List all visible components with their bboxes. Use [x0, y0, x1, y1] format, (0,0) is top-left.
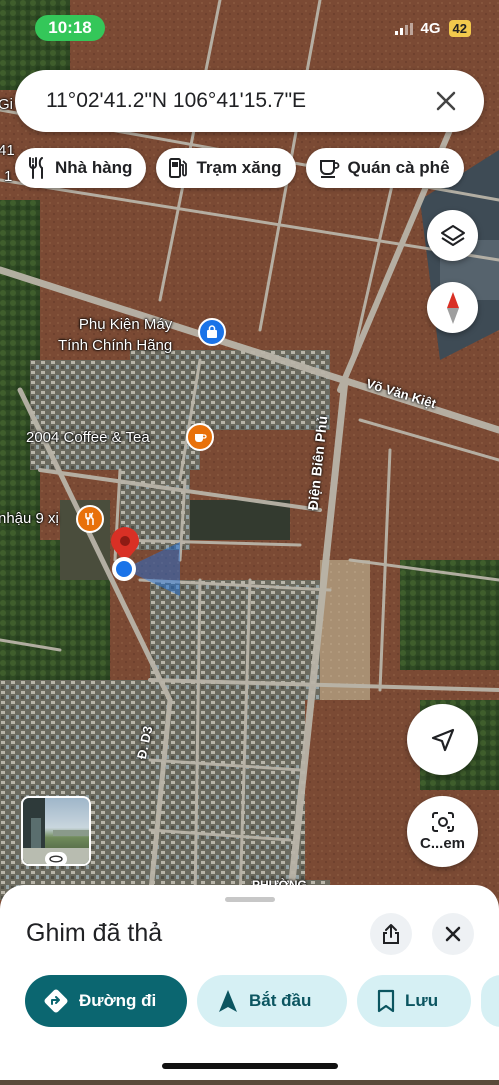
chip-restaurants[interactable]: Nhà hàng: [15, 148, 147, 188]
battery-level: 42: [448, 20, 471, 37]
status-time: 10:18: [35, 15, 105, 41]
poi-label-phu-kien[interactable]: Phụ Kiện Máy Tính Chính Hãng: [58, 314, 172, 356]
navigate-button[interactable]: [407, 704, 478, 775]
layers-button[interactable]: [427, 210, 478, 261]
start-label: Bắt đầu: [249, 991, 312, 1010]
start-button[interactable]: Bắt đầu: [197, 975, 347, 1027]
navigation-arrow-icon: [219, 990, 237, 1012]
chip-label: Quán cà phê: [347, 158, 450, 177]
navigation-arrow-icon: [431, 728, 454, 751]
rotate-360-icon: [45, 852, 67, 864]
edge-label-gi: Gi: [0, 96, 13, 113]
shopping-bag-poi-icon[interactable]: [198, 318, 226, 346]
close-sheet-button[interactable]: [432, 913, 474, 955]
edge-label-41: 41: [0, 142, 15, 159]
street-view-thumbnail[interactable]: [21, 796, 91, 866]
lens-button-label: C...em: [419, 835, 465, 852]
sheet-title: Ghim đã thả: [26, 919, 163, 947]
chip-gas-stations[interactable]: Trạm xăng: [156, 148, 296, 188]
bottom-sheet[interactable]: Ghim đã thả Đường đi Bắt đầu Lưu: [0, 885, 499, 1080]
directions-icon: [44, 989, 68, 1013]
poi-label-nhau[interactable]: nhậu 9 xị: [0, 510, 59, 527]
layers-icon: [440, 224, 465, 246]
restaurant-poi-icon[interactable]: [76, 505, 104, 533]
action-buttons: Đường đi Bắt đầu Lưu: [25, 975, 499, 1027]
directions-button[interactable]: Đường đi: [25, 975, 187, 1027]
save-label: Lưu: [405, 991, 439, 1010]
status-indicators: 4G 42: [394, 20, 471, 37]
bookmark-icon: [377, 989, 395, 1013]
category-chips: Nhà hàng Trạm xăng Quán cà phê: [15, 148, 464, 188]
poi-label-phu-kien-text: Phụ Kiện Máy Tính Chính Hãng: [58, 316, 173, 354]
gas-pump-icon: [169, 158, 188, 178]
compass-button[interactable]: [427, 282, 478, 333]
home-indicator: [162, 1063, 338, 1069]
save-button[interactable]: Lưu: [357, 975, 471, 1027]
poi-label-coffee[interactable]: 2004 Coffee & Tea: [26, 429, 150, 446]
chip-label: Nhà hàng: [55, 158, 133, 177]
chip-label: Trạm xăng: [196, 158, 282, 177]
directions-label: Đường đi: [79, 991, 157, 1010]
close-icon: [445, 926, 461, 942]
coffee-poi-icon[interactable]: [186, 423, 214, 451]
fork-knife-icon: [29, 157, 43, 179]
coffee-cup-icon: [319, 160, 339, 178]
edge-label-1: 1: [4, 168, 13, 185]
lens-button[interactable]: C...em: [407, 796, 478, 867]
chip-coffee-shops[interactable]: Quán cà phê: [305, 148, 464, 188]
sheet-drag-handle[interactable]: [225, 897, 275, 902]
close-icon[interactable]: [432, 87, 460, 115]
network-type: 4G: [420, 20, 441, 37]
search-bar[interactable]: 11°02'41.2"N 106°41'15.7"E: [15, 70, 484, 132]
camera-lens-icon: [431, 812, 454, 832]
share-button[interactable]: [370, 913, 412, 955]
search-input[interactable]: 11°02'41.2"N 106°41'15.7"E: [46, 89, 432, 113]
signal-icon: [394, 22, 413, 35]
compass-icon: [446, 291, 459, 324]
more-actions-button[interactable]: [481, 975, 499, 1027]
my-location-dot-icon: [112, 557, 136, 581]
share-icon: [383, 924, 399, 944]
